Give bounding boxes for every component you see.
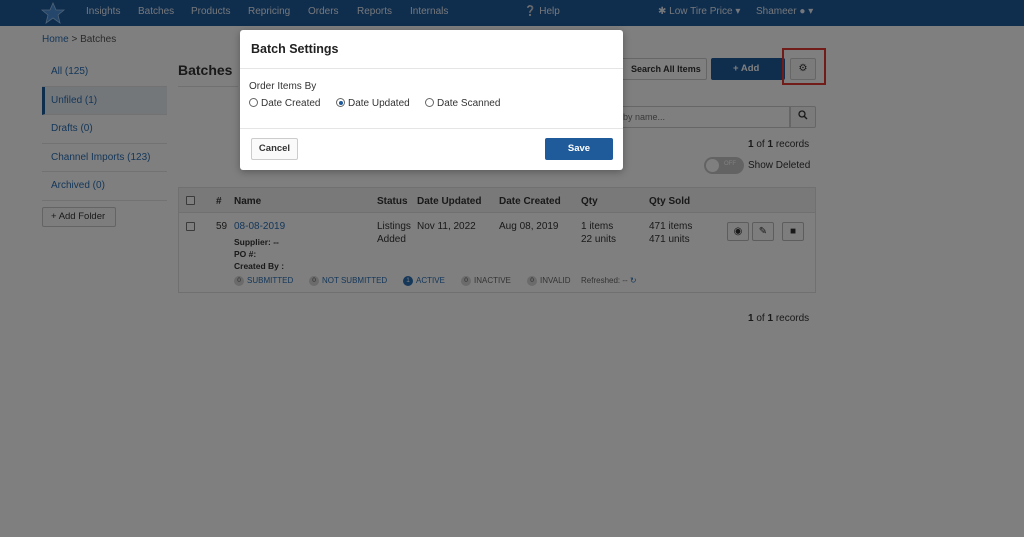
order-items-by-label: Order Items By	[249, 81, 317, 92]
radio-date-created[interactable]: Date Created	[249, 98, 320, 109]
modal-title: Batch Settings	[251, 42, 339, 56]
radio-label: Date Created	[261, 98, 321, 109]
radio-label: Date Scanned	[437, 98, 501, 109]
radio-button[interactable]	[425, 98, 434, 107]
cancel-button[interactable]: Cancel	[251, 138, 298, 160]
modal-header-divider	[240, 68, 623, 69]
radio-button[interactable]	[249, 98, 258, 107]
batch-settings-modal: Batch Settings Order Items By Date Creat…	[240, 30, 623, 170]
save-button[interactable]: Save	[545, 138, 613, 160]
modal-footer-divider	[240, 128, 623, 129]
radio-date-scanned[interactable]: Date Scanned	[425, 98, 500, 109]
radio-button-checked[interactable]	[336, 98, 345, 107]
radio-date-updated[interactable]: Date Updated	[336, 98, 410, 109]
radio-label: Date Updated	[348, 98, 410, 109]
